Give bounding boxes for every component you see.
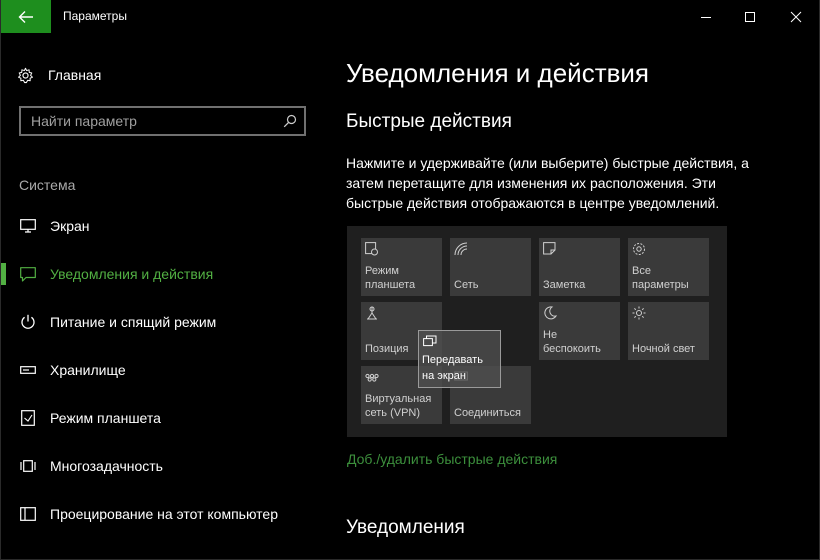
description-line: Нажмите и удерживайте (или выберите) быс… (346, 155, 749, 171)
sidebar-item-label: Уведомления и действия (50, 266, 214, 282)
sidebar-item-label: Проецирование на этот компьютер (50, 506, 278, 522)
tile-label-line1: Все (632, 265, 651, 277)
settings-window: Параметры Главная Система (0, 0, 820, 560)
tile-label-line2: планшета (365, 279, 416, 291)
sidebar-item-power[interactable]: Питание и спящий режим (1, 304, 321, 340)
minimize-button[interactable] (683, 0, 729, 33)
tile-label-line1: Виртуальная (365, 393, 432, 405)
maximize-button[interactable] (727, 0, 773, 33)
tile-label-line2: Соединиться (454, 407, 521, 419)
note-icon (543, 242, 556, 255)
description-line: затем перетащите для изменения их распол… (346, 175, 716, 191)
search-icon[interactable] (276, 114, 304, 128)
quick-action-night-light[interactable]: Ночной свет (628, 302, 709, 360)
sidebar-item-label: Экран (50, 218, 90, 234)
tile-label-line1: Режим (365, 265, 399, 277)
sidebar-item-multitasking[interactable]: Многозадачность (1, 448, 321, 484)
tile-label-line1: Передавать (422, 354, 483, 366)
projecting-icon (19, 505, 37, 523)
minimize-icon (701, 16, 711, 18)
page-title: Уведомления и действия (346, 58, 650, 88)
tile-label-line1: Не (543, 329, 558, 341)
tile-label-line2: Сеть (454, 279, 479, 291)
sidebar-section-label: Система (19, 177, 76, 193)
network-icon (454, 242, 468, 256)
tile-label-line2: на экран (422, 370, 466, 382)
back-button[interactable] (1, 0, 51, 33)
quick-actions-heading: Быстрые действия (346, 111, 512, 132)
sidebar-item-label: Режим планшета (50, 410, 161, 426)
project-icon (423, 335, 437, 347)
location-icon (367, 306, 377, 320)
tile-label-line2: Заметка (543, 279, 586, 291)
quick-action-network[interactable]: Сеть (450, 238, 531, 296)
tile-label-line2: сеть (VPN) (365, 407, 421, 419)
tile-label-line2: параметры (632, 279, 689, 291)
quick-action-do-not-disturb[interactable]: Не беспокоить (539, 302, 620, 360)
gear-icon (18, 67, 33, 83)
quick-action-all-settings[interactable]: Все параметры (628, 238, 709, 296)
quick-action-tablet-mode[interactable]: Режим планшета (361, 238, 442, 296)
power-icon (19, 313, 37, 331)
quick-action-note[interactable]: Заметка (539, 238, 620, 296)
close-button[interactable] (773, 0, 819, 33)
close-icon (790, 11, 802, 22)
quick-actions-description: Нажмите и удерживайте (или выберите) быс… (346, 153, 786, 213)
sidebar-item-projecting[interactable]: Проецирование на этот компьютер (1, 496, 321, 532)
sidebar-item-tablet-mode[interactable]: Режим планшета (1, 400, 321, 436)
sidebar-item-notifications[interactable]: Уведомления и действия (1, 256, 321, 292)
tablet-mode-icon (19, 409, 37, 427)
active-indicator (1, 263, 6, 285)
quick-action-project-dragging[interactable]: Передавать на экран (418, 330, 501, 388)
vpn-icon (365, 373, 379, 382)
brightness-icon (632, 306, 646, 320)
search-box[interactable] (19, 106, 306, 136)
maximize-icon (745, 11, 755, 22)
sidebar-home-label: Главная (48, 67, 102, 83)
description-line: быстрые действия отображаются в центре у… (346, 195, 720, 211)
notification-icon (19, 265, 37, 283)
tile-label-line2: беспокоить (543, 343, 601, 355)
settings-gear-icon (633, 243, 645, 255)
sidebar-home[interactable]: Главная (17, 64, 101, 86)
sidebar-item-display[interactable]: Экран (1, 208, 321, 244)
tablet-mode-icon (365, 242, 378, 256)
sidebar-item-label: Хранилище (50, 362, 126, 378)
moon-icon (544, 306, 557, 320)
multitasking-icon (19, 457, 37, 475)
search-input[interactable] (21, 113, 276, 129)
monitor-icon (19, 217, 37, 235)
sidebar-item-storage[interactable]: Хранилище (1, 352, 321, 388)
storage-icon (19, 361, 37, 379)
window-title: Параметры (63, 9, 127, 23)
tile-label-line2: Ночной свет (632, 343, 695, 355)
notifications-heading: Уведомления (346, 517, 465, 538)
title-bar: Параметры (1, 0, 819, 34)
sidebar-item-label: Питание и спящий режим (50, 314, 217, 330)
tile-label-line2: Позиция (365, 343, 409, 355)
back-arrow-icon (18, 10, 33, 23)
add-remove-quick-actions-link[interactable]: Доб./удалить быстрые действия (347, 451, 557, 467)
sidebar-item-label: Многозадачность (50, 458, 163, 474)
